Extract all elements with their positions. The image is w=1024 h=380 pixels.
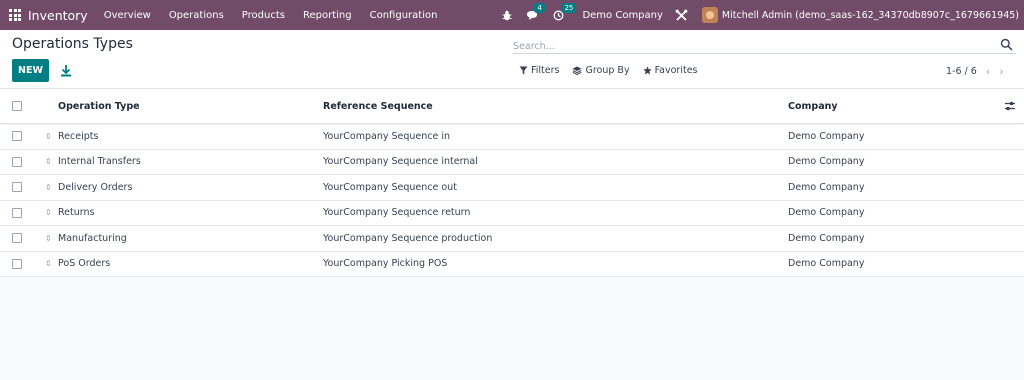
table-row[interactable]: ⇕ Receipts YourCompany Sequence in Demo … bbox=[0, 124, 1024, 150]
drag-handle-icon[interactable]: ⇕ bbox=[45, 157, 52, 166]
company-switcher[interactable]: Demo Company bbox=[582, 10, 662, 21]
drag-handle-icon[interactable]: ⇕ bbox=[45, 234, 52, 243]
menu-overview[interactable]: Overview bbox=[104, 10, 151, 21]
table-row[interactable]: ⇕ PoS Orders YourCompany Picking POS Dem… bbox=[0, 252, 1024, 277]
page-title: Operations Types bbox=[12, 36, 133, 52]
select-all-checkbox[interactable] bbox=[12, 101, 22, 111]
layers-icon bbox=[572, 66, 582, 75]
pager: 1-6 / 6 ‹ › bbox=[946, 65, 1004, 78]
chevron-right-icon[interactable]: › bbox=[999, 65, 1003, 78]
optional-columns-icon[interactable] bbox=[1004, 100, 1016, 112]
drag-handle-icon[interactable]: ⇕ bbox=[45, 183, 52, 192]
cell-company: Demo Company bbox=[788, 181, 865, 193]
user-menu[interactable]: Mitchell Admin (demo_saas-162_34370db890… bbox=[722, 10, 1019, 21]
menu-products[interactable]: Products bbox=[242, 10, 285, 21]
cell-company: Demo Company bbox=[788, 258, 865, 270]
drag-handle-icon[interactable]: ⇕ bbox=[45, 208, 52, 217]
filter-icon bbox=[519, 66, 528, 75]
search-input[interactable] bbox=[513, 37, 983, 56]
cell-reference-sequence: YourCompany Picking POS bbox=[323, 258, 448, 270]
cell-company: Demo Company bbox=[788, 130, 865, 142]
row-checkbox[interactable] bbox=[12, 207, 22, 218]
row-checkbox[interactable] bbox=[12, 156, 22, 167]
cell-reference-sequence: YourCompany Sequence return bbox=[323, 207, 471, 219]
cell-operation-type: Returns bbox=[58, 207, 95, 219]
row-checkbox[interactable] bbox=[12, 258, 22, 269]
row-checkbox[interactable] bbox=[12, 233, 22, 244]
search-bar bbox=[513, 34, 1016, 56]
header-company[interactable]: Company bbox=[788, 101, 838, 112]
download-icon[interactable] bbox=[60, 63, 72, 77]
header-operation-type[interactable]: Operation Type bbox=[58, 101, 140, 112]
header-reference-sequence[interactable]: Reference Sequence bbox=[323, 101, 433, 112]
tools-icon[interactable] bbox=[675, 9, 688, 22]
control-panel: Operations Types NEW Filters Group By Fa… bbox=[0, 30, 1024, 89]
messages-badge: 4 bbox=[534, 2, 545, 13]
favorites-toggle[interactable]: Favorites bbox=[642, 65, 698, 76]
cell-company: Demo Company bbox=[788, 232, 865, 244]
row-checkbox[interactable] bbox=[12, 182, 22, 193]
cell-reference-sequence: YourCompany Sequence in bbox=[323, 130, 451, 142]
group-by-toggle[interactable]: Group By bbox=[572, 65, 630, 76]
cell-operation-type: Manufacturing bbox=[58, 232, 127, 244]
cell-operation-type: PoS Orders bbox=[58, 258, 111, 270]
cell-company: Demo Company bbox=[788, 156, 865, 168]
search-icon[interactable] bbox=[1000, 36, 1014, 51]
cell-operation-type: Receipts bbox=[58, 130, 99, 142]
favorites-label: Favorites bbox=[654, 65, 698, 76]
pager-value[interactable]: 1-6 / 6 bbox=[946, 66, 977, 77]
table-header: Operation Type Reference Sequence Compan… bbox=[0, 89, 1024, 124]
drag-handle-icon[interactable]: ⇕ bbox=[45, 132, 52, 141]
drag-handle-icon[interactable]: ⇕ bbox=[45, 259, 52, 268]
group-by-label: Group By bbox=[585, 65, 630, 76]
menu-reporting[interactable]: Reporting bbox=[303, 10, 352, 21]
top-navbar: Inventory Overview Operations Products R… bbox=[0, 0, 1024, 30]
activities-badge: 25 bbox=[561, 2, 577, 13]
table-row[interactable]: ⇕ Delivery Orders YourCompany Sequence o… bbox=[0, 175, 1024, 201]
messages-icon[interactable]: 4 bbox=[526, 2, 545, 21]
new-button[interactable]: NEW bbox=[12, 59, 49, 82]
table-row[interactable]: ⇕ Returns YourCompany Sequence return De… bbox=[0, 201, 1024, 226]
cell-company: Demo Company bbox=[788, 207, 865, 219]
cell-reference-sequence: YourCompany Sequence internal bbox=[323, 156, 478, 168]
chevron-left-icon[interactable]: ‹ bbox=[986, 65, 990, 78]
search-options: Filters Group By Favorites bbox=[519, 65, 711, 76]
cell-operation-type: Internal Transfers bbox=[58, 156, 141, 168]
menu-operations[interactable]: Operations bbox=[169, 10, 224, 21]
star-icon bbox=[642, 66, 652, 75]
app-title[interactable]: Inventory bbox=[28, 8, 88, 23]
activities-clock-icon[interactable]: 25 bbox=[553, 2, 577, 21]
row-checkbox[interactable] bbox=[12, 131, 22, 142]
bug-icon[interactable] bbox=[502, 10, 512, 21]
cell-reference-sequence: YourCompany Sequence out bbox=[323, 181, 457, 193]
filters-label: Filters bbox=[531, 65, 560, 76]
operation-types-table: Operation Type Reference Sequence Compan… bbox=[0, 89, 1024, 277]
cell-operation-type: Delivery Orders bbox=[58, 181, 133, 193]
menu-configuration[interactable]: Configuration bbox=[370, 10, 438, 21]
table-row[interactable]: ⇕ Manufacturing YourCompany Sequence pro… bbox=[0, 226, 1024, 252]
user-avatar[interactable] bbox=[701, 7, 718, 23]
apps-menu-icon[interactable] bbox=[0, 0, 30, 30]
cell-reference-sequence: YourCompany Sequence production bbox=[323, 232, 493, 244]
filters-toggle[interactable]: Filters bbox=[519, 65, 559, 76]
table-row[interactable]: ⇕ Internal Transfers YourCompany Sequenc… bbox=[0, 150, 1024, 175]
